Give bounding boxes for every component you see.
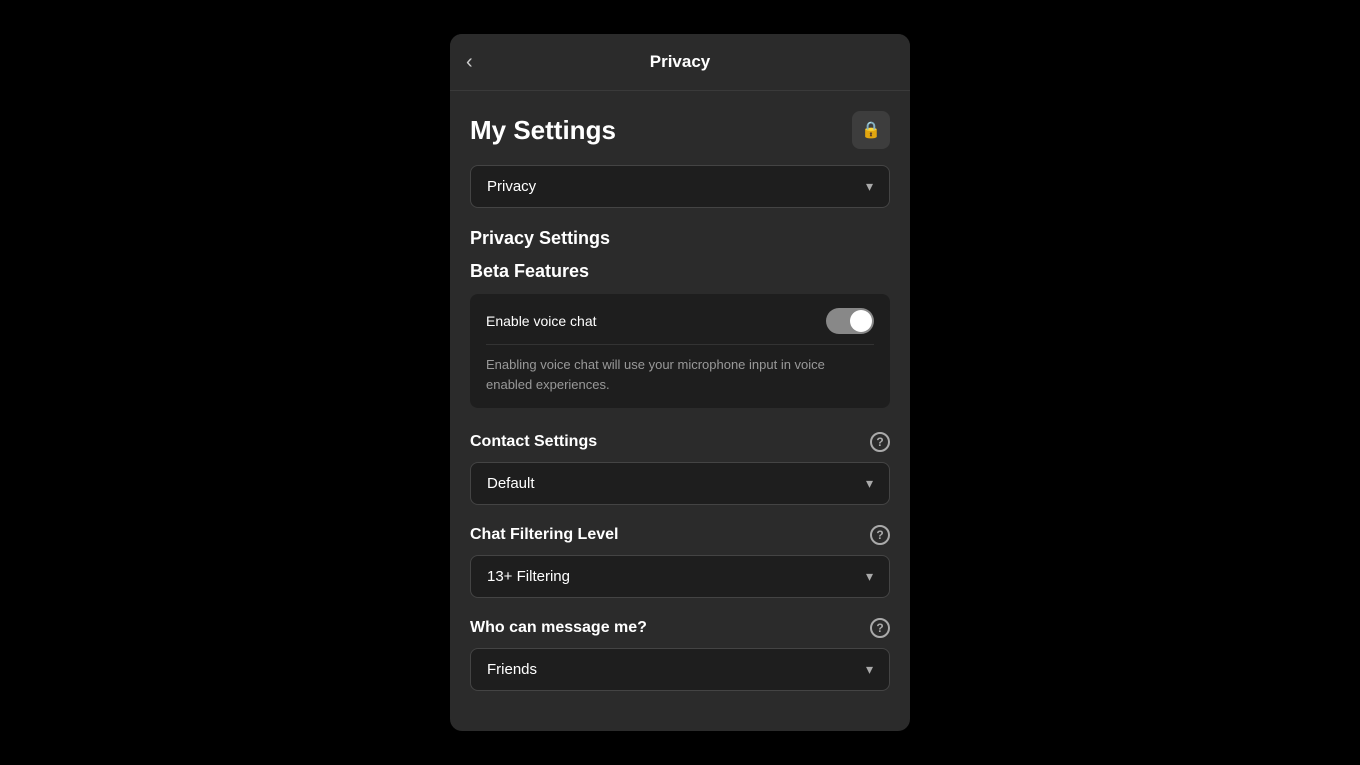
privacy-dropdown[interactable]: Privacy ▾: [470, 165, 890, 208]
privacy-settings-label: Privacy Settings: [470, 228, 890, 249]
beta-features-section: Beta Features Enable voice chat Enabling…: [470, 261, 890, 408]
chat-filtering-dropdown[interactable]: 13+ Filtering ▾: [470, 555, 890, 598]
voice-chat-toggle[interactable]: [826, 308, 874, 334]
contact-settings-dropdown[interactable]: Default ▾: [470, 462, 890, 505]
beta-features-label: Beta Features: [470, 261, 890, 282]
beta-features-card: Enable voice chat Enabling voice chat wi…: [470, 294, 890, 408]
voice-chat-label: Enable voice chat: [486, 313, 597, 329]
chat-filtering-header-row: Chat Filtering Level ?: [470, 525, 890, 545]
lock-button[interactable]: 🔒: [852, 111, 890, 149]
who-can-message-value: Friends: [487, 661, 537, 678]
contact-settings-label: Contact Settings: [470, 433, 597, 451]
chat-filtering-value: 13+ Filtering: [487, 568, 570, 585]
content: My Settings 🔒 Privacy ▾ Privacy Settings…: [450, 91, 910, 731]
chat-filtering-section: Chat Filtering Level ? 13+ Filtering ▾: [470, 525, 890, 598]
who-can-message-help-icon[interactable]: ?: [870, 618, 890, 638]
who-can-message-header-row: Who can message me? ?: [470, 618, 890, 638]
lock-icon: 🔒: [861, 120, 881, 140]
who-can-message-label: Who can message me?: [470, 619, 647, 637]
chevron-down-icon: ▾: [866, 568, 873, 585]
contact-settings-value: Default: [487, 475, 535, 492]
chevron-down-icon: ▾: [866, 661, 873, 678]
contact-settings-help-icon[interactable]: ?: [870, 432, 890, 452]
header-title: Privacy: [650, 52, 711, 72]
chat-filtering-label: Chat Filtering Level: [470, 526, 618, 544]
chevron-down-icon: ▾: [866, 475, 873, 492]
header: ‹ Privacy: [450, 34, 910, 91]
app-container: ‹ Privacy My Settings 🔒 Privacy ▾ Privac…: [450, 34, 910, 731]
contact-settings-header-row: Contact Settings ?: [470, 432, 890, 452]
who-can-message-dropdown[interactable]: Friends ▾: [470, 648, 890, 691]
contact-settings-section: Contact Settings ? Default ▾: [470, 432, 890, 505]
who-can-message-section: Who can message me? ? Friends ▾: [470, 618, 890, 691]
chat-filtering-help-icon[interactable]: ?: [870, 525, 890, 545]
voice-chat-row: Enable voice chat: [486, 308, 874, 334]
chevron-down-icon: ▾: [866, 178, 873, 195]
voice-chat-description: Enabling voice chat will use your microp…: [486, 344, 874, 394]
my-settings-row: My Settings 🔒: [470, 111, 890, 149]
toggle-thumb: [850, 310, 872, 332]
back-button[interactable]: ‹: [466, 51, 473, 74]
privacy-dropdown-value: Privacy: [487, 178, 536, 195]
page-title: My Settings: [470, 115, 616, 146]
